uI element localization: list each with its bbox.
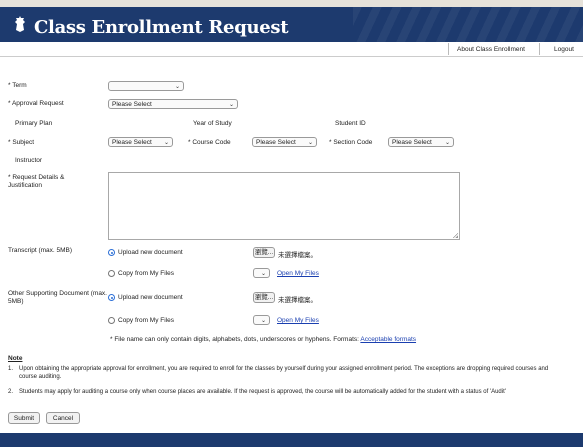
resize-handle-icon[interactable] (453, 233, 458, 238)
transcript-copy-label: Copy from My Files (118, 270, 174, 277)
header-decoration (353, 7, 583, 42)
transcript-files-select[interactable]: ⌄ (253, 268, 270, 278)
top-link-bar: About Class Enrollment Logout (0, 42, 583, 57)
section-code-label: * Section Code (329, 139, 373, 146)
acceptable-formats-link[interactable]: Acceptable formats (360, 336, 416, 343)
link-separator (539, 43, 540, 55)
page-header: Class Enrollment Request (0, 7, 583, 42)
transcript-upload-label: Upload new document (118, 249, 183, 256)
chevron-down-icon: ⌄ (228, 102, 234, 108)
other-files-select[interactable]: ⌄ (253, 315, 270, 325)
transcript-browse-button[interactable]: 瀏覽... (253, 247, 275, 258)
transcript-file-status: 未選擇檔案。 (278, 252, 317, 259)
primary-plan-label: Primary Plan (15, 120, 53, 127)
other-browse-button[interactable]: 瀏覽... (253, 292, 275, 303)
approval-request-label: * Approval Request (8, 100, 64, 107)
link-separator (448, 43, 449, 55)
term-label: * Term (8, 82, 27, 89)
year-of-study-label: Year of Study (193, 120, 232, 127)
logout-link[interactable]: Logout (554, 44, 574, 55)
other-copy-radio[interactable] (108, 317, 115, 324)
transcript-open-files-link[interactable]: Open My Files (277, 270, 319, 277)
course-code-label: * Course Code (188, 139, 231, 146)
submit-button[interactable]: Submit (8, 412, 40, 424)
note-heading: Note (8, 355, 23, 362)
approval-request-select[interactable]: Please Select ⌄ (108, 99, 238, 109)
note-item: 2. Students may apply for auditing a cour… (8, 389, 506, 395)
section-code-select[interactable]: Please Select ⌄ (388, 137, 454, 147)
subject-label: * Subject (8, 139, 35, 146)
subject-select[interactable]: Please Select ⌄ (108, 137, 173, 147)
other-upload-radio[interactable] (108, 294, 115, 301)
file-name-note: * File name can only contain digits, alp… (110, 336, 417, 343)
other-file-status: 未選擇檔案。 (278, 297, 317, 304)
other-copy-label: Copy from My Files (118, 317, 174, 324)
chevron-down-icon: ⌄ (260, 271, 266, 277)
request-details-textarea[interactable] (108, 172, 460, 240)
chevron-down-icon: ⌄ (260, 318, 266, 324)
other-document-label: Other Supporting Document (max. 5MB) (8, 290, 107, 305)
about-link[interactable]: About Class Enrollment (457, 44, 525, 55)
other-open-files-link[interactable]: Open My Files (277, 317, 319, 324)
chevron-down-icon: ⌄ (307, 140, 313, 146)
page-footer (0, 433, 583, 447)
transcript-upload-radio[interactable] (108, 249, 115, 256)
transcript-copy-radio[interactable] (108, 270, 115, 277)
crest-icon (15, 16, 25, 32)
chevron-down-icon: ⌄ (444, 140, 450, 146)
instructor-label: Instructor (15, 157, 43, 164)
student-id-label: Student ID (335, 120, 366, 127)
transcript-label: Transcript (max. 5MB) (8, 247, 73, 254)
term-select[interactable]: ⌄ (108, 81, 184, 91)
cancel-button[interactable]: Cancel (46, 412, 80, 424)
request-details-label: * Request Details & Justification (8, 174, 65, 189)
chevron-down-icon: ⌄ (163, 140, 169, 146)
note-item: 1. Upon obtaining the appropriate approva… (8, 366, 549, 380)
page-title: Class Enrollment Request (34, 17, 289, 38)
chevron-down-icon: ⌄ (174, 84, 180, 90)
course-code-select[interactable]: Please Select ⌄ (252, 137, 317, 147)
top-strip (0, 0, 583, 7)
other-upload-label: Upload new document (118, 294, 183, 301)
